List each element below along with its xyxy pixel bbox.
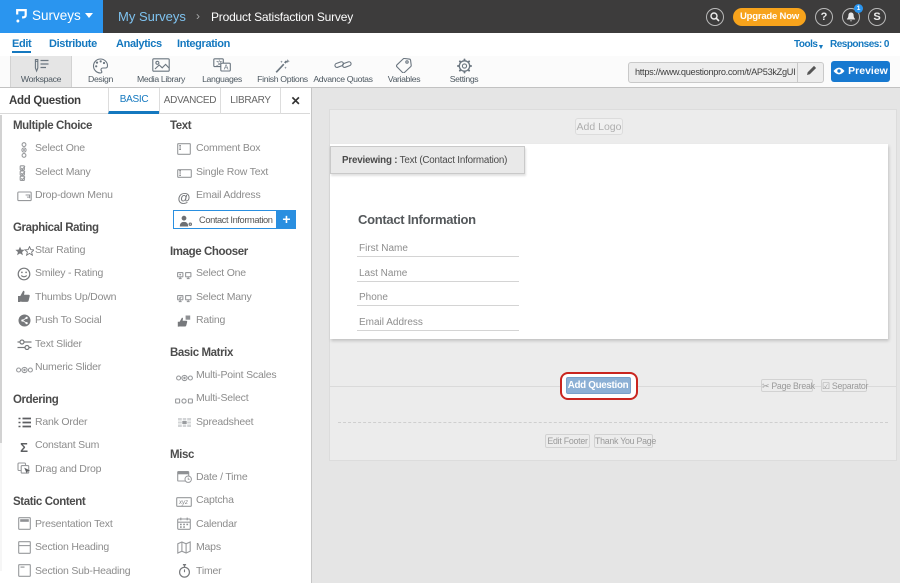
svg-text:xyz: xyz	[178, 500, 188, 506]
svg-text:A: A	[224, 65, 229, 72]
